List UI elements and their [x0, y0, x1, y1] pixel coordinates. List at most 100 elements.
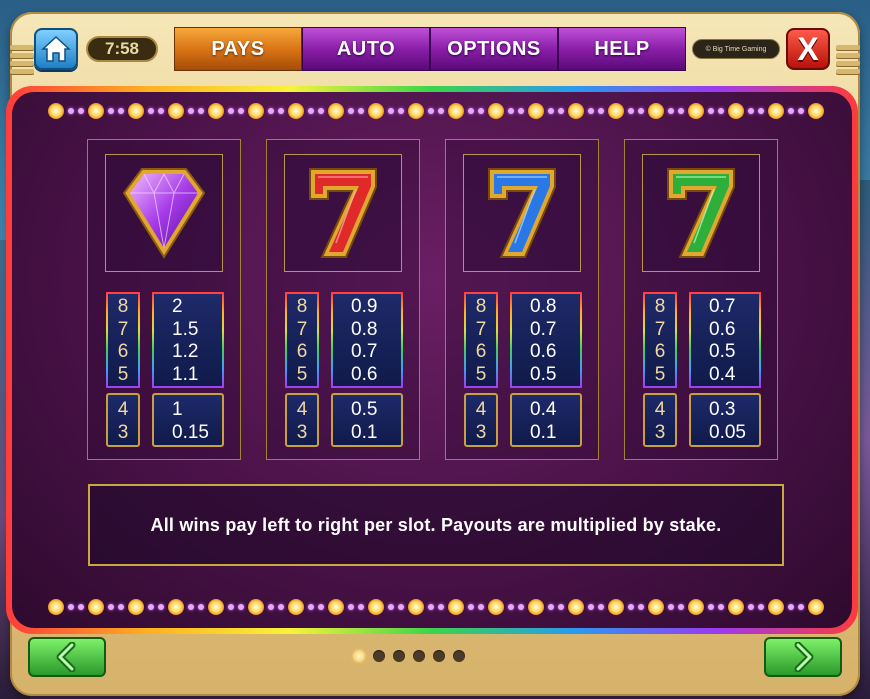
payout-values-high: 0.7 0.6 0.5 0.4 — [689, 292, 761, 388]
marquee-dot — [318, 108, 324, 114]
marquee-bulb — [248, 599, 264, 615]
marquee-dot — [388, 604, 394, 610]
symbol-column-blue-seven: 8 7 6 5 0.8 0.7 0.6 0.5 4 3 0.4 0.1 — [445, 139, 599, 460]
marquee-bulb — [88, 103, 104, 119]
marquee-dot — [638, 108, 644, 114]
red-seven-icon — [309, 168, 377, 258]
tab-pays[interactable]: PAYS — [174, 27, 302, 71]
marquee-dot — [438, 604, 444, 610]
marquee-bulb — [328, 599, 344, 615]
marquee-bulb — [168, 103, 184, 119]
marquee-dot — [198, 108, 204, 114]
marquee-dot — [78, 604, 84, 610]
payout-values-low: 0.3 0.05 — [689, 393, 761, 447]
marquee-bulb — [288, 599, 304, 615]
page-dot[interactable] — [433, 650, 445, 662]
page-dot[interactable] — [353, 650, 365, 662]
close-button[interactable]: X — [786, 28, 830, 70]
marquee-dot — [678, 108, 684, 114]
marquee-bulb — [368, 599, 384, 615]
marquee-dot — [308, 604, 314, 610]
marquee-bulb — [408, 599, 424, 615]
marquee-bulb — [488, 599, 504, 615]
payout-values-high: 2 1.5 1.2 1.1 — [152, 292, 224, 388]
symbol-column-green-seven: 8 7 6 5 0.7 0.6 0.5 0.4 4 3 0.3 0.05 — [624, 139, 778, 460]
marquee-bulb — [648, 103, 664, 119]
marquee-dot — [198, 604, 204, 610]
symbol-frame — [284, 154, 402, 272]
marquee-dot — [438, 108, 444, 114]
page-dot[interactable] — [453, 650, 465, 662]
frame-ornament-left — [10, 42, 34, 78]
marquee-dot — [718, 108, 724, 114]
page-dot[interactable] — [393, 650, 405, 662]
marquee-bulb — [768, 599, 784, 615]
marquee-dot — [228, 604, 234, 610]
marquee-dot — [278, 108, 284, 114]
marquee-dot — [348, 108, 354, 114]
marquee-dot — [268, 604, 274, 610]
marquee-dot — [638, 604, 644, 610]
symbol-column-red-seven: 8 7 6 5 0.9 0.8 0.7 0.6 4 3 0.5 0.1 — [266, 139, 420, 460]
clock-display: 7:58 — [86, 36, 158, 62]
marquee-dot — [468, 108, 474, 114]
marquee-dot — [278, 604, 284, 610]
marquee-dot — [748, 604, 754, 610]
marquee-dot — [518, 604, 524, 610]
marquee-lights-top — [48, 101, 824, 121]
marquee-dot — [798, 108, 804, 114]
marquee-dot — [708, 108, 714, 114]
payout-values-high: 0.9 0.8 0.7 0.6 — [331, 292, 403, 388]
marquee-dot — [238, 604, 244, 610]
marquee-bulb — [728, 103, 744, 119]
tab-options[interactable]: OPTIONS — [430, 27, 558, 71]
marquee-dot — [118, 604, 124, 610]
marquee-dot — [358, 108, 364, 114]
marquee-dot — [748, 108, 754, 114]
marquee-dot — [678, 604, 684, 610]
marquee-dot — [68, 604, 74, 610]
marquee-dot — [228, 108, 234, 114]
symbol-frame — [105, 154, 223, 272]
payout-values-low: 0.5 0.1 — [331, 393, 403, 447]
page-dot[interactable] — [413, 650, 425, 662]
match-count-low: 4 3 — [643, 393, 677, 447]
home-button[interactable] — [34, 28, 78, 70]
marquee-bulb — [448, 599, 464, 615]
next-page-button[interactable] — [764, 637, 842, 677]
close-icon: X — [797, 31, 819, 67]
tab-auto[interactable]: AUTO — [302, 27, 430, 71]
marquee-dot — [468, 604, 474, 610]
marquee-bulb — [648, 599, 664, 615]
prev-page-button[interactable] — [28, 637, 106, 677]
marquee-dot — [798, 604, 804, 610]
tab-help[interactable]: HELP — [558, 27, 686, 71]
marquee-bulb — [128, 599, 144, 615]
marquee-dot — [558, 604, 564, 610]
green-seven-icon — [667, 168, 735, 258]
marquee-bulb — [688, 103, 704, 119]
marquee-dot — [268, 108, 274, 114]
marquee-bulb — [808, 599, 824, 615]
match-count-low: 4 3 — [285, 393, 319, 447]
rules-info-text: All wins pay left to right per slot. Pay… — [150, 514, 722, 535]
paytable-panel: 8 7 6 5 2 1.5 1.2 1.1 4 3 1 0.15 8 7 6 5… — [12, 92, 852, 628]
marquee-dot — [398, 604, 404, 610]
marquee-dot — [478, 108, 484, 114]
chevron-left-icon — [56, 642, 76, 672]
marquee-dot — [348, 604, 354, 610]
purple-diamond-icon — [122, 168, 206, 259]
marquee-bulb — [728, 599, 744, 615]
marquee-dot — [718, 604, 724, 610]
home-icon — [41, 35, 71, 62]
match-count-high: 8 7 6 5 — [285, 292, 319, 388]
marquee-bulb — [368, 103, 384, 119]
marquee-bulb — [808, 103, 824, 119]
marquee-dot — [548, 604, 554, 610]
page-indicator — [353, 650, 465, 664]
payout-values-low: 1 0.15 — [152, 393, 224, 447]
payout-values-low: 0.4 0.1 — [510, 393, 582, 447]
marquee-bulb — [328, 103, 344, 119]
marquee-dot — [478, 604, 484, 610]
page-dot[interactable] — [373, 650, 385, 662]
